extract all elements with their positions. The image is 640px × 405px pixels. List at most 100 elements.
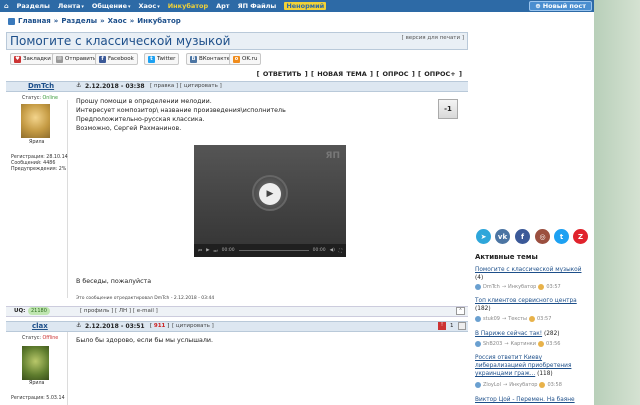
new-post-button[interactable]: ⊕ Новый пост xyxy=(529,1,592,11)
topic-time: 03:57 xyxy=(546,284,561,290)
active-topic-title[interactable]: В Париже сейчас так! xyxy=(475,331,542,337)
nav-item-nenormiy[interactable]: Ненормий xyxy=(284,2,327,10)
status-label: Статус: xyxy=(22,336,41,341)
video-player[interactable]: ЯП ▶ xyxy=(194,145,346,257)
share-facebook-button[interactable]: f Facebook xyxy=(95,53,138,65)
nav-item-chat[interactable]: Общение▾ xyxy=(92,2,131,10)
post-line: Предположительно-русская классика. xyxy=(76,116,205,123)
share-ok-button[interactable]: o OK.ru xyxy=(229,53,262,65)
active-topic-title[interactable]: Помогите с классической музыкой xyxy=(475,266,590,274)
topic-user[interactable]: DmTch xyxy=(483,284,500,290)
background-strip-gradient xyxy=(594,0,640,405)
nav-item-feed[interactable]: Лента▾ xyxy=(58,2,84,10)
breadcrumb-sections[interactable]: Разделы xyxy=(61,17,97,25)
clock-icon xyxy=(538,284,545,290)
vk-icon[interactable]: vk xyxy=(495,229,510,244)
twitter-icon[interactable]: t xyxy=(554,229,569,244)
post-footer-text: В беседы, пожалуйста xyxy=(76,278,152,285)
topic-user[interactable]: ZloyLol xyxy=(483,382,501,388)
share-send-button[interactable]: ✉ Отправить xyxy=(52,53,101,65)
scroll-up-icon[interactable]: ⌃ xyxy=(456,307,465,315)
facebook-icon[interactable]: f xyxy=(515,229,530,244)
post-body: Прошу помощи в определении мелодии. Инте… xyxy=(76,97,286,133)
status-value: Offline xyxy=(42,336,59,341)
ok-icon: o xyxy=(233,55,240,63)
topic-title-text: Топ клиентов сервисного центра xyxy=(475,298,577,304)
arrow-icon: → xyxy=(502,316,507,322)
mail-icon: ✉ xyxy=(56,55,63,63)
post-links[interactable]: [ правка ] [ цитировать ] xyxy=(150,83,222,89)
facebook-icon: f xyxy=(99,55,106,63)
share-vk-button[interactable]: B ВКонтакте xyxy=(186,53,235,65)
post-author[interactable]: DmTch xyxy=(28,82,54,90)
breadcrumb-home[interactable]: Главная xyxy=(18,17,51,25)
post-links[interactable]: [ цитировать ] xyxy=(172,323,214,329)
volume-icon[interactable]: ◀) xyxy=(330,248,335,253)
instagram-icon[interactable]: ◎ xyxy=(535,229,550,244)
report-icon[interactable]: ! xyxy=(438,322,446,330)
share-label: Twitter xyxy=(157,56,176,62)
nav-item-incubator[interactable]: Инкубатор xyxy=(168,2,208,10)
page-title: Помогите с классической музыкой xyxy=(10,34,231,48)
post-author[interactable]: clax xyxy=(32,322,48,330)
share-label: Facebook xyxy=(108,56,134,62)
breadcrumb: Главная» Разделы» Хаос» Инкубатор xyxy=(8,17,181,25)
active-topic-title[interactable]: Виктор Цой - Перемен. На баяне xyxy=(475,396,590,404)
post-date: 2.12.2018 - 03:38 xyxy=(85,83,145,90)
home-icon[interactable]: ⌂ xyxy=(4,2,9,10)
breadcrumb-chaos[interactable]: Хаос xyxy=(108,17,127,25)
user-avatar-icon xyxy=(475,284,481,290)
nav-item-files[interactable]: ЯП Файлы xyxy=(238,2,277,10)
share-twitter-button[interactable]: t Twitter xyxy=(144,53,180,65)
telegram-icon[interactable]: ➤ xyxy=(476,229,491,244)
breadcrumb-sep: » xyxy=(129,17,135,25)
topic-section[interactable]: Инкубатор xyxy=(509,382,537,388)
pin-icon: ⚓ xyxy=(76,82,82,89)
arrow-icon: → xyxy=(504,341,509,347)
uq-badge: 21180 xyxy=(28,307,50,315)
print-version-link[interactable]: [ версия для печати ] xyxy=(402,35,464,41)
user-avatar-icon xyxy=(475,316,481,322)
play-icon[interactable]: ▶ xyxy=(206,248,209,253)
active-topics-header: Активные темы xyxy=(475,253,538,261)
share-bookmarks-button[interactable]: ♥ Закладки xyxy=(10,53,55,65)
nav-item-chaos[interactable]: Хаос▾ xyxy=(139,2,160,10)
topic-section[interactable]: Тексты xyxy=(508,316,527,322)
video-time-total: 00:00 xyxy=(312,248,326,253)
active-topic-title[interactable]: Россия ответит Киеву либерализацией прио… xyxy=(475,355,571,377)
topic-actions[interactable]: [ ОТВЕТИТЬ ] [ НОВАЯ ТЕМА ] [ ОПРОС ] [ … xyxy=(257,70,462,78)
pin-icon: ⚓ xyxy=(76,322,82,329)
topic-user[interactable]: stuk09 xyxy=(483,316,500,322)
video-logo: ЯП xyxy=(325,151,340,161)
share-label: ВКонтакте xyxy=(199,56,231,62)
nav-item-art[interactable]: Арт xyxy=(216,2,229,10)
topic-section[interactable]: Картинки xyxy=(511,341,537,347)
topic-user[interactable]: ShB203 xyxy=(483,341,502,347)
breadcrumb-sep: » xyxy=(53,17,59,25)
video-progress[interactable] xyxy=(238,250,309,251)
profile-links[interactable]: [ профиль ] [ ЛН ] [ e-mail ] xyxy=(80,308,158,314)
post-date: 2.12.2018 - 03:51 xyxy=(85,323,145,330)
topic-time: 03:57 xyxy=(536,316,552,322)
status-row: Статус: Online xyxy=(22,96,58,102)
nav-label: Лента xyxy=(57,2,81,10)
arrow-icon: → xyxy=(502,382,508,388)
bookmark-icon: ♥ xyxy=(14,55,21,63)
z-icon[interactable]: Z xyxy=(573,229,588,244)
breadcrumb-incubator[interactable]: Инкубатор xyxy=(137,17,181,25)
avatar[interactable] xyxy=(21,104,50,138)
active-topic-title[interactable]: Топ клиентов сервисного центра xyxy=(475,297,590,305)
rewind-icon[interactable]: ⏮ xyxy=(198,248,202,254)
quote-icon[interactable] xyxy=(458,322,466,330)
nav-label: Хаос xyxy=(138,2,157,10)
active-topic-row: В Париже сейчас так! (282) xyxy=(475,330,560,338)
play-icon[interactable]: ▶ xyxy=(259,183,281,205)
fullscreen-icon[interactable]: ⛶ xyxy=(339,248,342,254)
twitter-icon: t xyxy=(148,55,155,63)
post-number[interactable]: [ 911 ] xyxy=(150,323,169,329)
forward-icon[interactable]: ⏭ xyxy=(214,248,218,254)
avatar[interactable] xyxy=(22,346,49,380)
topic-section[interactable]: Инкубатор xyxy=(508,284,536,290)
nav-item-sections[interactable]: Разделы xyxy=(17,2,50,10)
vote-counter[interactable]: -1 xyxy=(438,99,458,119)
